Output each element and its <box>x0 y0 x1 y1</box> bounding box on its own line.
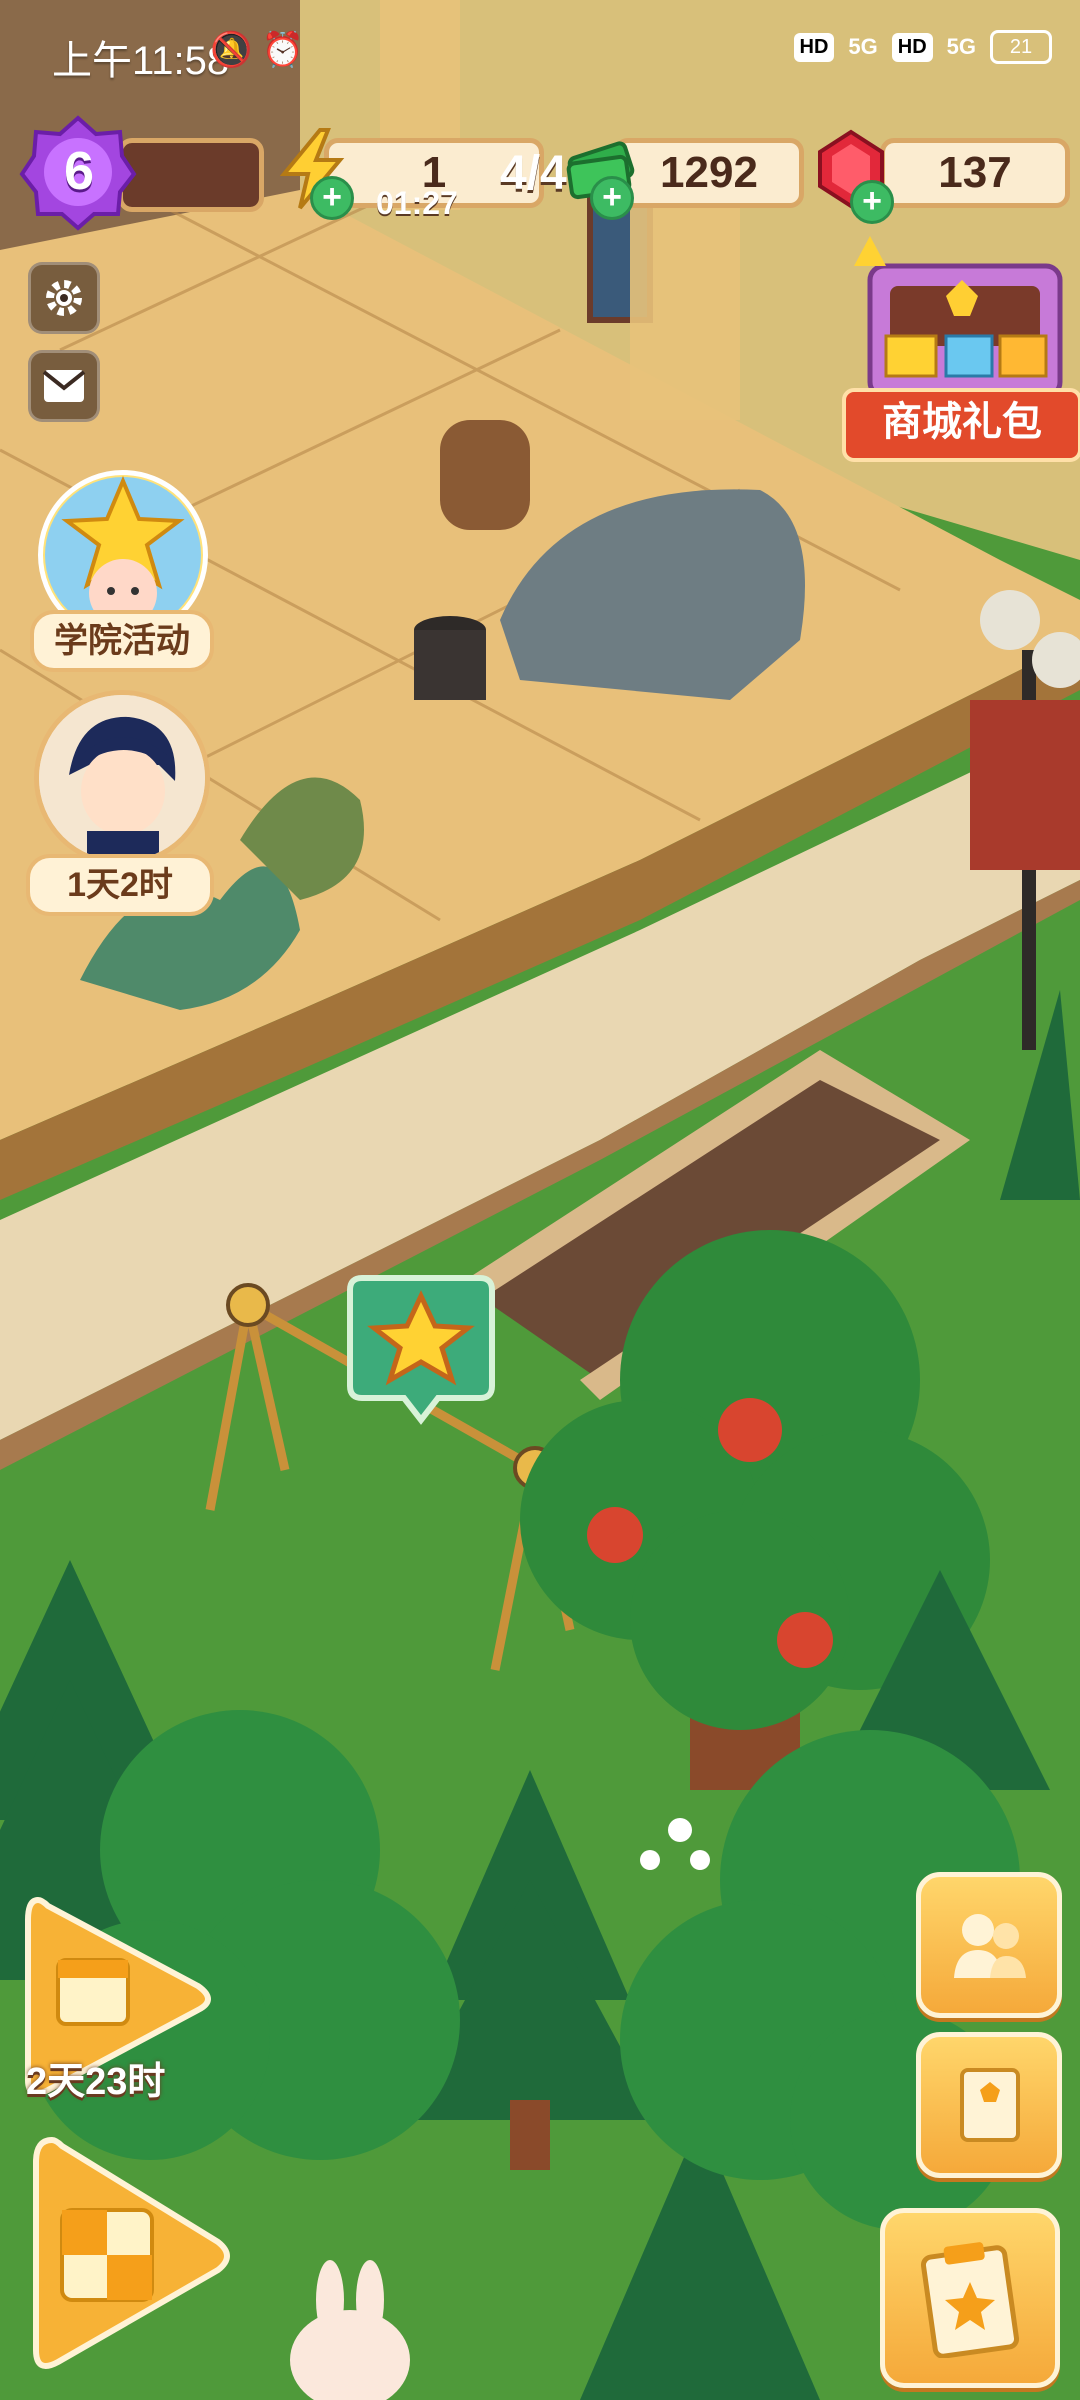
task-button[interactable] <box>880 2208 1060 2388</box>
character-icon <box>39 695 205 861</box>
star-task-marker[interactable] <box>342 1268 500 1438</box>
characters-button[interactable] <box>916 1872 1062 2018</box>
calendar-event-timer: 2天23时 <box>26 2061 166 2103</box>
character-group-icon <box>954 1914 1026 1978</box>
book-icon <box>960 2068 1020 2142</box>
task-clipboard-icon <box>920 2242 1020 2358</box>
settings-gear-icon <box>46 280 82 316</box>
shop-promo-label: 商城礼包 <box>842 388 1080 462</box>
puzzle-icon <box>33 2136 230 2369</box>
battery-indicator: 21 <box>990 30 1052 64</box>
gem-add-button[interactable]: + <box>850 180 894 224</box>
book-button[interactable] <box>916 2032 1062 2178</box>
alarm-icon: ⏰ <box>261 31 305 69</box>
status-bar: 上午11:58 🔕 ⏰ HD 5G HD 5G 21 <box>0 0 1080 110</box>
level-number: 6 <box>63 141 95 201</box>
character-event-timer: 1天2时 <box>26 854 214 916</box>
network-type-2: 5G <box>946 34 976 59</box>
level-badge[interactable]: 6 <box>18 112 138 232</box>
character-event-button[interactable] <box>34 690 210 866</box>
silent-bell-icon: 🔕 <box>210 31 253 69</box>
energy-timer: 01:27 <box>376 185 458 221</box>
status-right-group: HD 5G HD 5G 21 <box>793 30 1052 64</box>
level-progress-bar[interactable] <box>118 138 264 212</box>
mail-button[interactable] <box>28 350 100 422</box>
gem-value: 137 <box>938 148 1012 197</box>
cash-pill[interactable]: 1292 <box>614 138 804 208</box>
status-time: 上午11:58 <box>52 39 230 83</box>
gem-pill[interactable]: 137 <box>880 138 1070 208</box>
star-icon <box>347 1275 495 1425</box>
academy-activity-label: 学院活动 <box>30 610 214 672</box>
hd-badge-1: HD <box>793 32 835 62</box>
mail-icon <box>42 370 86 402</box>
notification-icons: 🔕 ⏰ <box>210 30 304 70</box>
hd-badge-2: HD <box>891 32 933 62</box>
cash-add-button[interactable]: + <box>590 176 634 220</box>
settings-button[interactable] <box>28 262 100 334</box>
network-type-1: 5G <box>848 34 878 59</box>
puzzle-event-button[interactable] <box>22 2130 232 2380</box>
cash-value: 1292 <box>660 148 758 197</box>
energy-add-button[interactable]: + <box>310 176 354 220</box>
